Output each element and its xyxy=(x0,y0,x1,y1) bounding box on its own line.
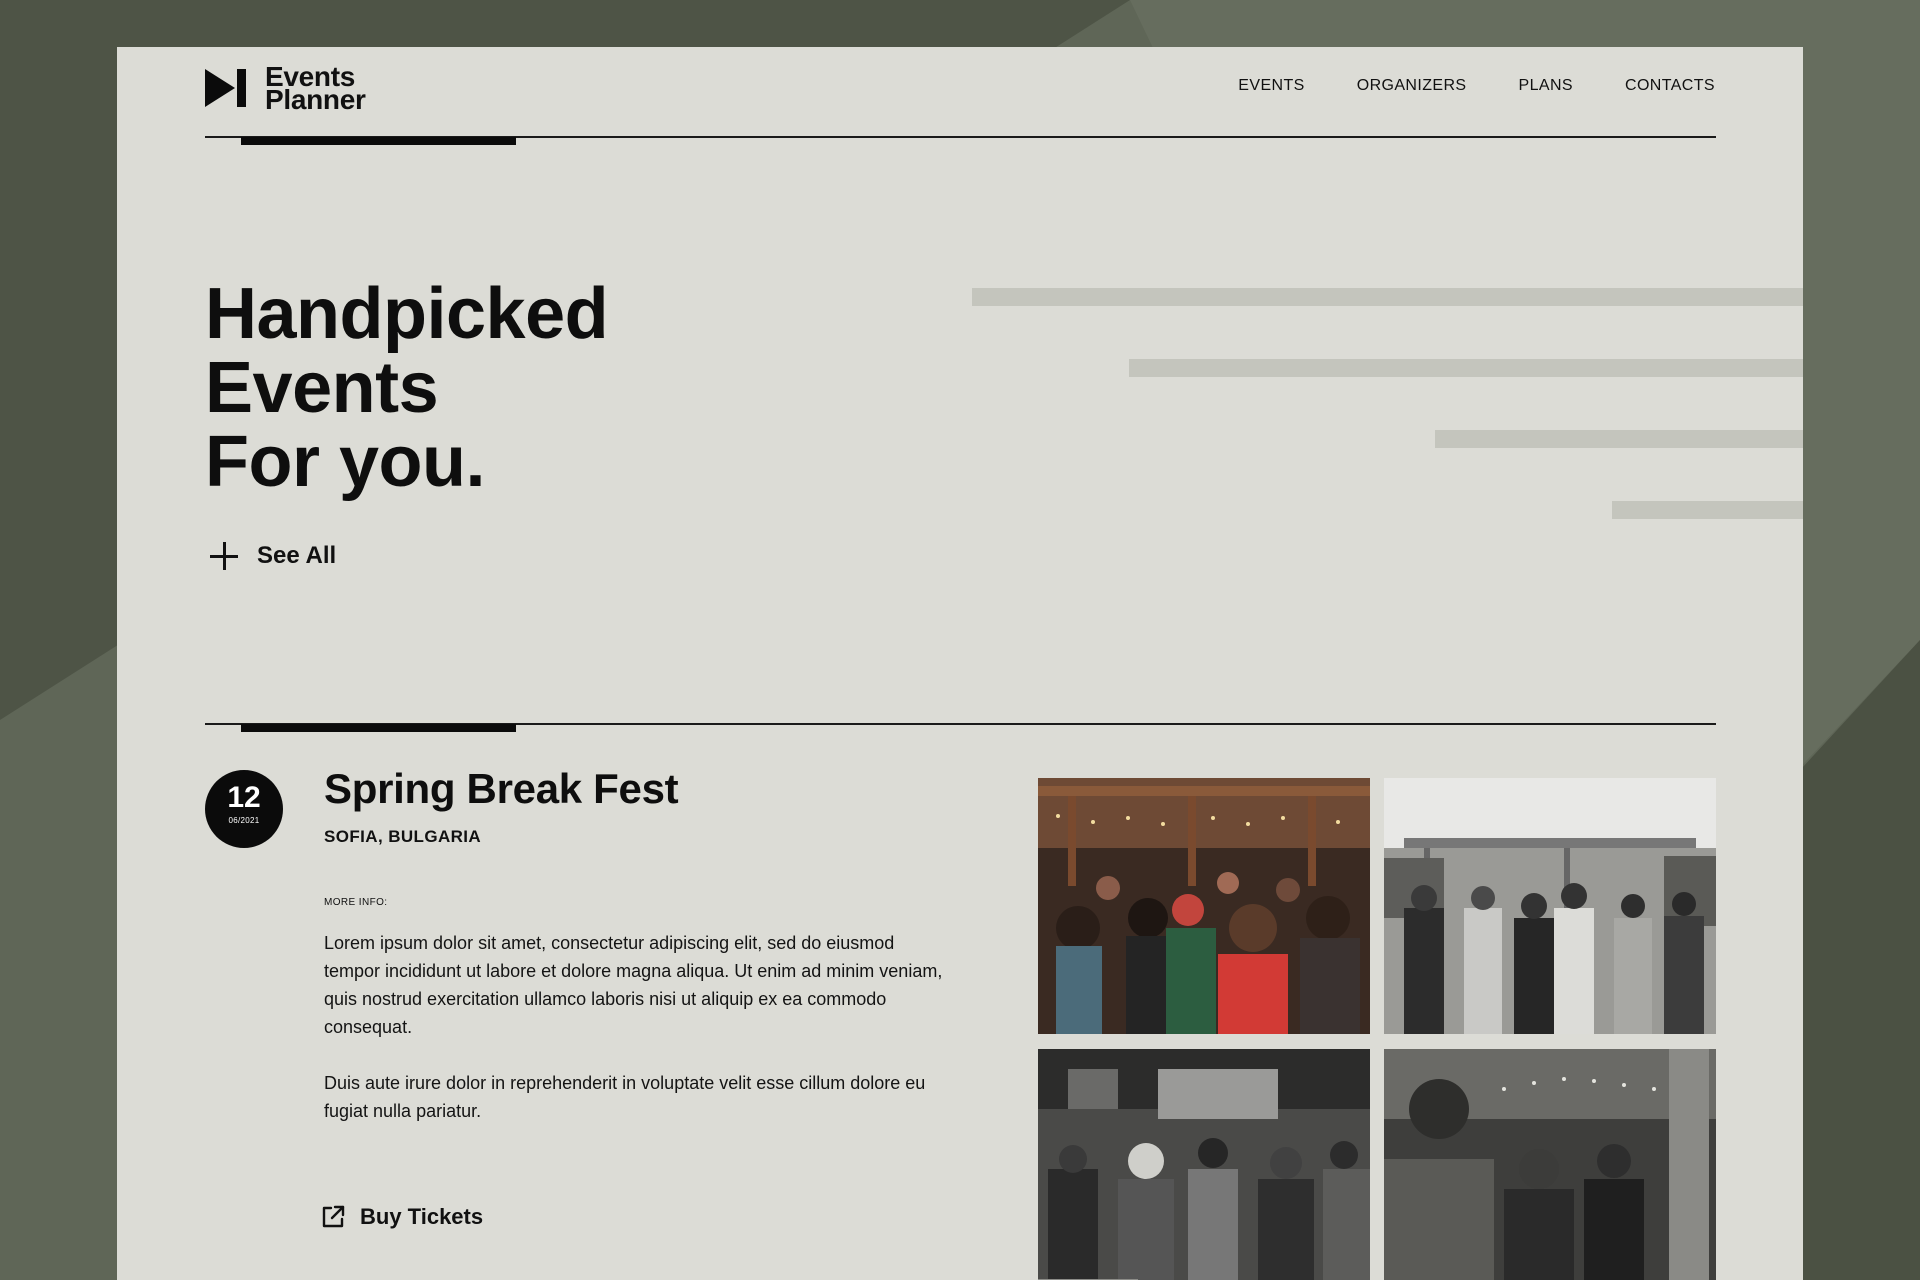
decorative-stripe-4 xyxy=(1612,501,1803,519)
event-title: Spring Break Fest xyxy=(324,765,679,812)
decorative-stripe-3 xyxy=(1435,430,1803,448)
event-location: SOFIA, BULGARIA xyxy=(324,827,482,846)
buy-tickets-button[interactable]: Buy Tickets xyxy=(320,1204,483,1230)
hero-title-line-1: Handpicked xyxy=(205,274,609,354)
nav-item-plans[interactable]: PLANS xyxy=(1519,77,1573,95)
date-day: 12 xyxy=(227,781,261,814)
hero-title-line-3: For you. xyxy=(205,422,486,502)
logo-line-2: Planner xyxy=(265,84,366,115)
logo-wordmark: Events Planner xyxy=(265,63,366,115)
decorative-stripe-1 xyxy=(972,288,1803,306)
see-all-button[interactable]: See All xyxy=(209,541,336,571)
header-divider-accent xyxy=(241,137,516,145)
event-photo-1[interactable] xyxy=(1038,778,1370,1034)
hero-title: Handpicked Events For you. xyxy=(205,274,609,502)
play-pause-logo-icon xyxy=(205,69,246,107)
nav-item-contacts[interactable]: CONTACTS xyxy=(1625,77,1715,95)
date-badge: 12 06/2021 xyxy=(205,770,283,848)
main-nav: EVENTS ORGANIZERS PLANS CONTACTS xyxy=(1238,77,1715,95)
event-photo-3[interactable] xyxy=(1038,1049,1370,1280)
date-month-year: 06/2021 xyxy=(228,816,260,825)
nav-item-organizers[interactable]: ORGANIZERS xyxy=(1357,77,1467,95)
event-description-1: Lorem ipsum dolor sit amet, consectetur … xyxy=(324,933,943,1037)
landing-page: Events Planner EVENTS ORGANIZERS PLANS C… xyxy=(117,47,1803,1280)
event-photo-4[interactable] xyxy=(1384,1049,1716,1280)
see-all-label: See All xyxy=(257,542,337,569)
more-info-label: MORE INFO: xyxy=(324,897,388,908)
external-link-icon xyxy=(322,1205,345,1228)
buy-tickets-label: Buy Tickets xyxy=(360,1204,484,1229)
event-divider-accent xyxy=(241,724,516,732)
logo[interactable]: Events Planner xyxy=(205,63,366,115)
event-description-2: Duis aute irure dolor in reprehenderit i… xyxy=(324,1073,926,1121)
event-photo-2[interactable] xyxy=(1384,778,1716,1034)
plus-icon xyxy=(209,541,239,571)
nav-item-events[interactable]: EVENTS xyxy=(1238,77,1304,95)
hero-title-line-2: Events xyxy=(205,348,439,428)
decorative-stripe-2 xyxy=(1129,359,1803,377)
